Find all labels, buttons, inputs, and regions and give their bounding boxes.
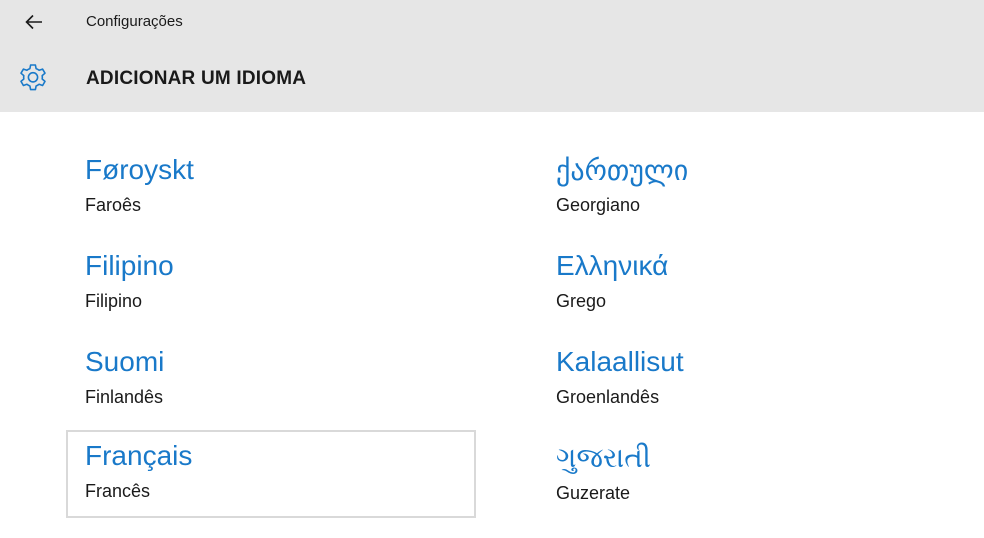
language-translated-name: Francês [85, 481, 151, 501]
language-native-name: Ελληνικά [556, 250, 669, 281]
gear-icon [20, 64, 46, 91]
language-item-greenlandic[interactable]: Kalaallisut Groenlandês [537, 336, 947, 424]
language-item-french[interactable]: Français Francês [66, 430, 476, 518]
language-translated-name: Groenlandês [556, 387, 660, 407]
language-item-georgian[interactable]: ქართული Georgiano [537, 144, 947, 232]
language-native-name: Suomi [85, 346, 165, 377]
language-native-name: Føroyskt [85, 154, 194, 185]
language-native-name: Kalaallisut [556, 346, 684, 377]
language-item-greek[interactable]: Ελληνικά Grego [537, 240, 947, 328]
language-native-name: ગુજરાતી [556, 442, 651, 473]
page-title: ADICIONAR UM IDIOMA [86, 68, 307, 89]
language-native-name: Filipino [85, 250, 174, 281]
language-translated-name: Faroês [85, 195, 142, 215]
language-translated-name: Finlandês [85, 387, 164, 407]
title-bar: Configurações ADICIONAR UM IDIOMA [0, 0, 984, 112]
app-title: Configurações [86, 13, 183, 30]
back-arrow-icon [25, 14, 42, 30]
language-item-finnish[interactable]: Suomi Finlandês [66, 336, 476, 424]
language-native-name: ქართული [556, 155, 689, 186]
language-translated-name: Georgiano [556, 195, 641, 215]
language-translated-name: Grego [556, 291, 607, 311]
language-item-faroese[interactable]: Føroyskt Faroês [66, 144, 476, 232]
language-translated-name: Filipino [85, 291, 143, 311]
language-native-name: Français [85, 440, 193, 471]
back-button[interactable] [18, 6, 50, 38]
language-translated-name: Guzerate [556, 483, 631, 503]
language-item-filipino[interactable]: Filipino Filipino [66, 240, 476, 328]
language-item-gujarati[interactable]: ગુજરાતી Guzerate [537, 432, 947, 520]
